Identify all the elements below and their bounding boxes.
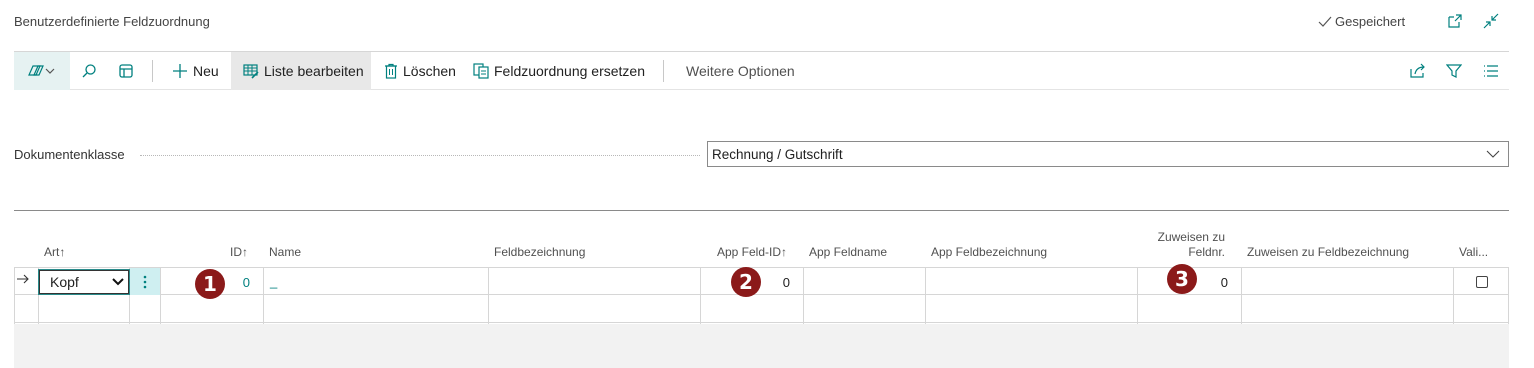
row-indicator-arrow-icon [16,273,30,288]
col-header-app-feldbezeichnung[interactable]: App Feldbezeichnung [931,245,1047,259]
grid-border [14,267,15,324]
checkmark-icon [1318,16,1332,27]
validate-checkbox[interactable] [1476,276,1488,288]
page-title: Benutzerdefinierte Feldzuordnung [14,14,210,29]
grid-border [700,267,701,324]
new-button[interactable]: Neu [172,52,219,90]
col-header-app-feld-id-label: App Feld-ID [716,245,781,259]
edit-list-button[interactable]: Liste bearbeiten [231,52,371,90]
more-options-button[interactable]: Weitere Optionen [686,52,795,90]
filter-button[interactable] [1446,52,1462,90]
col-header-name[interactable]: Name [269,245,301,259]
col-header-zuweisen-feldbezeichnung[interactable]: Zuweisen zu Feldbezeichnung [1247,245,1409,259]
replace-field-mapping-button[interactable]: Feldzuordnung ersetzen [473,52,645,90]
grid-empty-area [14,324,1509,368]
doc-class-value: Rechnung / Gutschrift [712,146,843,162]
toolbar-separator [663,60,664,82]
doc-class-label: Dokumentenklasse [14,147,125,162]
col-header-id[interactable]: ID↑ [200,245,248,259]
col-header-zuweisen-feldnr[interactable]: Zuweisen zu Feldnr. [1140,230,1225,260]
grid-border [1137,267,1138,324]
saved-label: Gespeichert [1335,14,1406,29]
grid-border [1241,267,1242,324]
more-vertical-icon [143,275,147,288]
plus-icon [173,64,187,78]
replace-icon [473,63,489,79]
more-options-label: Weitere Optionen [686,63,795,79]
open-new-window-icon[interactable] [1446,12,1464,30]
doc-class-select[interactable]: Rechnung / Gutschrift [707,141,1509,167]
trash-icon [385,63,397,79]
details-pane-icon [119,64,133,78]
delete-button[interactable]: Löschen [384,52,456,90]
table-row[interactable] [14,295,1509,323]
grid-border [803,267,804,324]
grid-border [925,267,926,324]
sort-arrow-icon: ↑ [59,245,66,259]
grid-border [263,267,264,324]
callout-badge-2: 2 [731,267,761,297]
views-menu-button[interactable] [14,52,70,90]
row-actions-button[interactable] [130,268,160,295]
zuweisen-feldnr-cell[interactable]: 0 [1198,275,1228,290]
action-bar: Neu Liste bearbeiten Löschen Feldzuordnu… [14,51,1509,90]
edit-list-button-label: Liste bearbeiten [264,63,364,79]
col-header-art-label: Art [44,245,60,259]
chevron-down-icon [112,278,124,286]
new-button-label: Neu [193,63,219,79]
leader-dots [140,155,700,156]
grid-border [1453,267,1454,324]
chevron-down-icon [1486,150,1500,158]
toolbar-separator [152,60,153,82]
col-header-zuweisen-feldnr-line2: Feldnr. [1188,245,1225,259]
section-divider [14,210,1509,211]
filter-icon [1446,64,1462,78]
analysis-icon [28,65,55,76]
callout-badge-1: 1 [195,269,225,299]
edit-list-icon [243,64,259,79]
saved-status: Gespeichert [1318,14,1405,29]
name-cell[interactable]: _ [270,274,277,289]
col-header-vali[interactable]: Vali... [1459,245,1488,259]
list-view-button[interactable] [1483,52,1499,90]
col-header-app-feldname[interactable]: App Feldname [809,245,887,259]
page-header: Benutzerdefinierte Feldzuordnung Gespeic… [0,0,1534,44]
art-select[interactable]: Kopf [38,269,130,295]
callout-badge-3: 3 [1167,264,1197,294]
delete-button-label: Löschen [403,63,456,79]
share-icon [1410,63,1425,78]
col-header-app-feld-id[interactable]: App Feld-ID↑ [700,245,787,259]
share-button[interactable] [1409,52,1427,90]
app-feld-id-cell[interactable]: 0 [760,275,790,290]
collapse-icon[interactable] [1482,12,1500,30]
grid-border [160,267,161,324]
search-button[interactable] [78,52,100,90]
list-icon [1484,65,1498,77]
toggle-details-button[interactable] [115,52,137,90]
art-value: Kopf [50,274,79,290]
col-header-feldbezeichnung[interactable]: Feldbezeichnung [494,245,585,259]
search-icon [82,64,96,78]
col-header-zuweisen-feldnr-line1: Zuweisen zu [1157,230,1225,244]
replace-field-mapping-label: Feldzuordnung ersetzen [494,63,645,79]
grid-border [488,267,489,324]
col-header-art[interactable]: Art↑ [44,245,65,259]
grid-border [1508,267,1509,324]
sort-arrow-icon: ↑ [781,245,787,259]
col-header-id-label: ID [230,245,242,259]
sort-arrow-icon: ↑ [242,245,248,259]
